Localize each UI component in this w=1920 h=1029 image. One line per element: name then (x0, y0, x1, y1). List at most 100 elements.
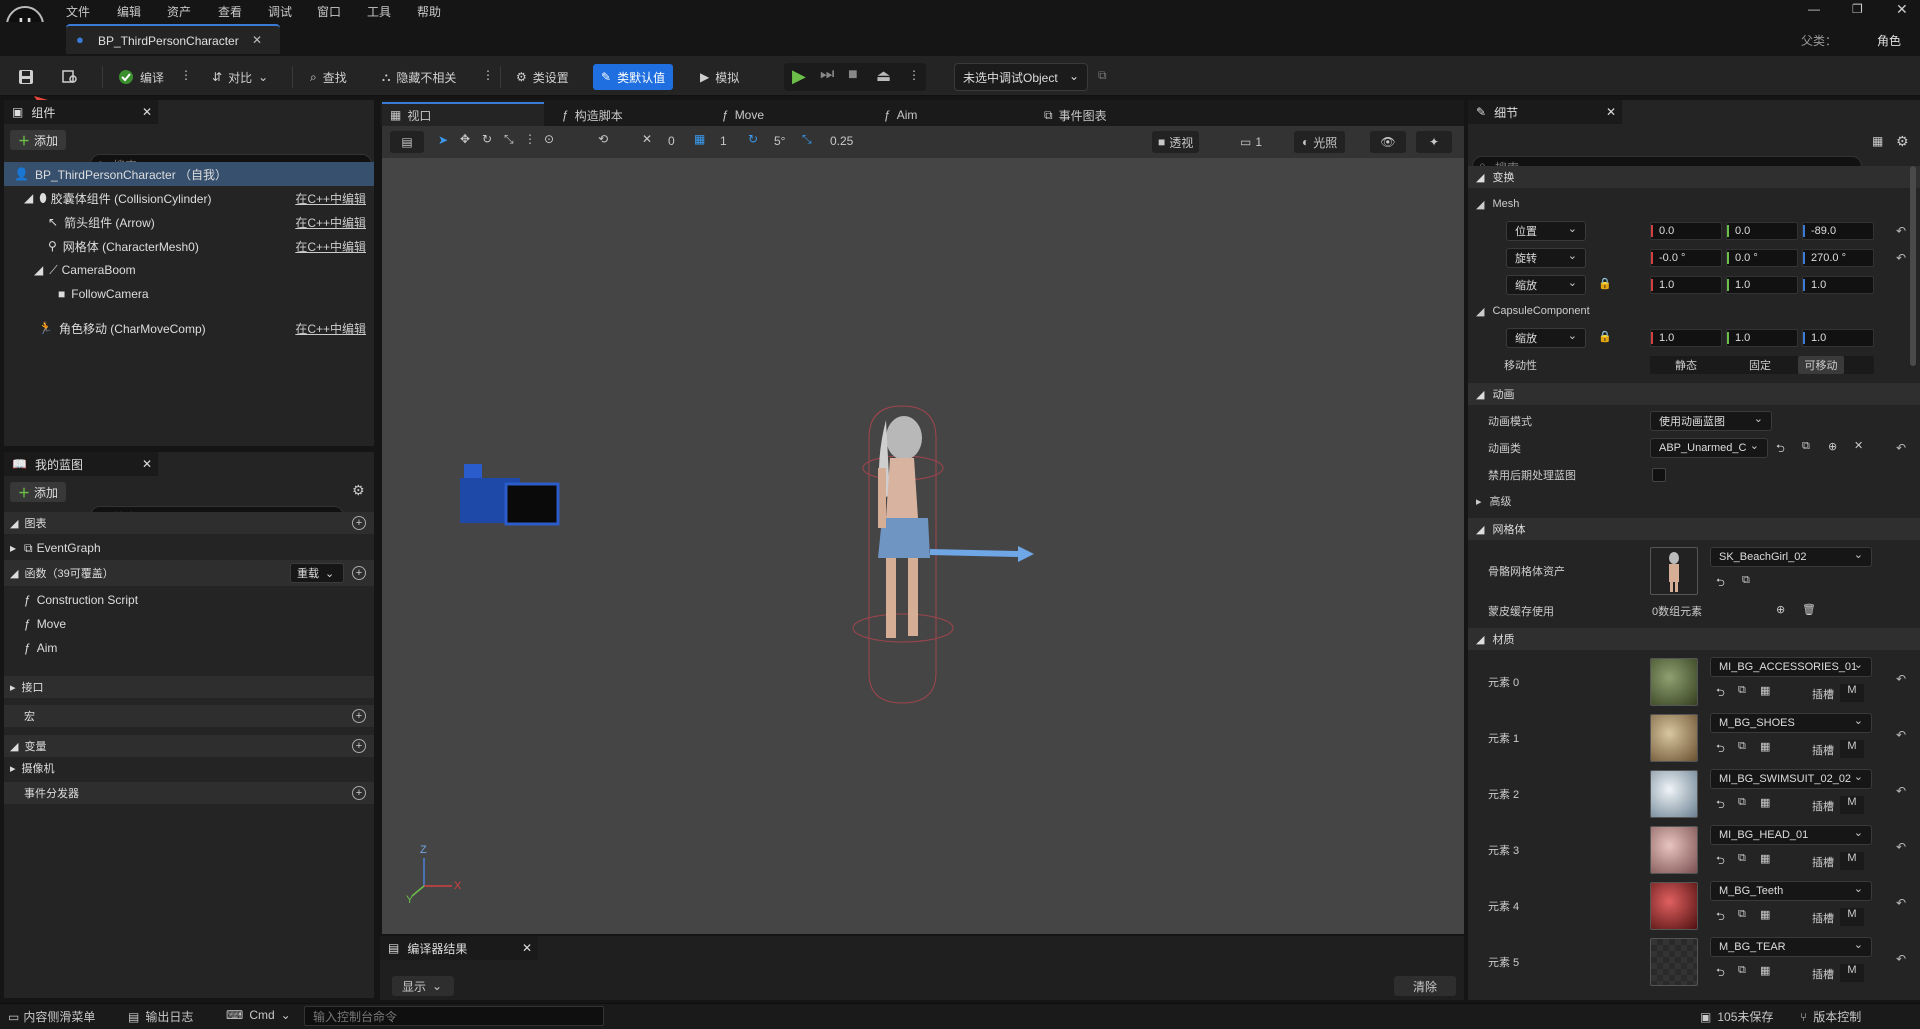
component-item[interactable]: ■ FollowCamera (4, 282, 374, 306)
material-thumbnail[interactable] (1650, 882, 1698, 930)
select-tool-icon[interactable]: ➤ (438, 133, 448, 147)
gear-icon[interactable]: ⚙ (352, 482, 365, 499)
capsule-scale-y-field[interactable]: 1.0 (1726, 329, 1798, 347)
component-item[interactable]: ⚲ 网格体 (CharacterMesh0) 在C++中编辑 (4, 234, 374, 258)
component-item[interactable]: ◢ ⬮ 胶囊体组件 (CollisionCylinder) 在C++中编辑 (4, 186, 374, 210)
add-macro-icon[interactable]: + (352, 709, 366, 723)
reset-icon[interactable]: ↶ (1896, 896, 1906, 910)
m-toggle[interactable]: M (1840, 852, 1864, 870)
edit-in-cpp-link[interactable]: 在C++中编辑 (295, 190, 366, 207)
lock-icon[interactable]: 🔒 (1598, 277, 1612, 290)
grid-snap-value[interactable]: 1 (720, 134, 727, 148)
layers-button[interactable]: ▭ 1 (1234, 131, 1268, 153)
scale-snap-value[interactable]: 0.25 (830, 134, 853, 148)
edit-in-cpp-link[interactable]: 在C++中编辑 (295, 214, 366, 231)
close-icon[interactable]: ✕ (142, 457, 152, 471)
camera-category[interactable]: ▸ 摄像机 (4, 758, 374, 778)
add-dispatcher-icon[interactable]: + (352, 786, 366, 800)
menu-file[interactable]: 文件 (66, 3, 90, 20)
m-toggle[interactable]: M (1840, 740, 1864, 758)
use-selected-icon[interactable]: ⮌ (1716, 574, 1725, 593)
capsule-scale-z-field[interactable]: 1.0 (1802, 329, 1874, 347)
stop-icon[interactable]: ■ (848, 66, 858, 84)
minimize-icon[interactable]: — (1808, 2, 1820, 16)
details-tab[interactable]: ✎ 细节 ✕ (1468, 100, 1622, 124)
mesh-section[interactable]: ◢ 网格体 (1468, 518, 1920, 540)
location-z-field[interactable]: -89.0 (1802, 222, 1874, 240)
reset-icon[interactable]: ↶ (1896, 251, 1906, 265)
use-selected-icon[interactable]: ⮌ (1716, 908, 1725, 927)
m-toggle[interactable]: M (1840, 908, 1864, 926)
scale-mode-select[interactable]: 缩放 (1506, 275, 1586, 295)
close-icon[interactable]: ✕ (1606, 105, 1616, 119)
reset-icon[interactable]: ↶ (1896, 952, 1906, 966)
add-member-button[interactable]: ＋ 添加 (10, 482, 67, 502)
m-toggle[interactable]: M (1840, 684, 1864, 702)
rotation-y-field[interactable]: 0.0 ° (1726, 249, 1798, 267)
material-thumbnail[interactable] (1650, 714, 1698, 762)
unsaved-button[interactable]: ▣ 105未保存 (1700, 1008, 1773, 1025)
checker-icon[interactable]: ▦ (1760, 684, 1770, 697)
mobility-static[interactable]: 静态 (1650, 356, 1722, 374)
viewport-canvas[interactable]: Z X Y (382, 158, 1464, 934)
checker-icon[interactable]: ▦ (1760, 852, 1770, 865)
scale-y-field[interactable]: 1.0 (1726, 276, 1798, 294)
rotation-snap-value[interactable]: 0 (668, 134, 675, 148)
material-select[interactable]: MI_BG_SWIMSUIT_02_02 (1710, 769, 1872, 789)
compiler-results-tab[interactable]: ▤ 编译器结果 ✕ (380, 936, 538, 960)
play-options-icon[interactable]: ⋮ (908, 68, 920, 82)
functions-section[interactable]: ◢ 函数（39可覆盖） 重载 ⌄ + (4, 560, 374, 586)
restore-icon[interactable]: ❐ (1852, 2, 1863, 16)
tab-move[interactable]: ƒ Move (710, 104, 764, 126)
capsule-category[interactable]: ◢ CapsuleComponent (1468, 300, 1920, 322)
coordinate-space-icon[interactable]: ⊙ (544, 132, 554, 146)
interfaces-section[interactable]: ▸ 接口 (4, 676, 374, 698)
menu-asset[interactable]: 资产 (167, 3, 191, 20)
components-tab[interactable]: ▣ 组件 ✕ (4, 100, 158, 124)
graphs-section[interactable]: ◢ 图表 + (4, 512, 374, 534)
menu-help[interactable]: 帮助 (417, 3, 441, 20)
play-icon[interactable]: ▶ (792, 66, 806, 87)
function-item[interactable]: ƒ Construction Script (4, 588, 374, 612)
material-select[interactable]: MI_BG_HEAD_01 (1710, 825, 1872, 845)
material-thumbnail[interactable] (1650, 658, 1698, 706)
rotation-snap-icon[interactable]: ✕ (642, 132, 652, 146)
step-icon[interactable]: ⏭ (820, 66, 834, 84)
component-root[interactable]: 👤 BP_ThirdPersonCharacter （自我） (4, 162, 374, 186)
use-selected-icon[interactable]: ⮌ (1776, 440, 1785, 459)
clear-icon[interactable]: ✕ (1854, 439, 1863, 452)
parent-class-value[interactable]: 角色 (1877, 32, 1901, 49)
source-control-button[interactable]: ⑂ 版本控制 (1800, 1008, 1861, 1025)
mobility-movable[interactable]: 可移动 (1798, 356, 1844, 374)
browse-icon[interactable]: ⧉ (1802, 440, 1810, 453)
close-icon[interactable]: ✕ (522, 941, 532, 955)
edit-in-cpp-link[interactable]: 在C++中编辑 (295, 238, 366, 255)
debug-filter-icon[interactable]: ⧉ (1098, 68, 1107, 83)
m-toggle[interactable]: M (1840, 964, 1864, 982)
show-flags-button[interactable]: 👁 (1370, 131, 1406, 153)
class-defaults-button[interactable]: ✎ 类默认值 (593, 64, 674, 90)
rotation-z-field[interactable]: 270.0 ° (1802, 249, 1874, 267)
dispatchers-section[interactable]: 事件分发器 + (4, 782, 374, 804)
simulate-button[interactable]: ▶ 模拟 (696, 64, 743, 90)
checker-icon[interactable]: ▦ (1760, 964, 1770, 977)
material-select[interactable]: M_BG_Teeth (1710, 881, 1872, 901)
browse-icon[interactable]: ⧉ (1738, 740, 1746, 753)
scale-x-field[interactable]: 1.0 (1650, 276, 1722, 294)
checker-icon[interactable]: ▦ (1760, 908, 1770, 921)
close-window-icon[interactable]: ✕ (1896, 1, 1908, 18)
transform-section[interactable]: ◢ 变换 (1468, 166, 1920, 188)
anim-mode-select[interactable]: 使用动画蓝图 (1650, 411, 1772, 431)
menu-view[interactable]: 查看 (218, 3, 242, 20)
menu-edit[interactable]: 编辑 (117, 3, 141, 20)
reset-icon[interactable]: ↶ (1896, 441, 1906, 455)
use-selected-icon[interactable]: ⮌ (1716, 740, 1725, 759)
toolbar-options-icon[interactable]: ⋮ (524, 132, 536, 146)
material-select[interactable]: M_BG_SHOES (1710, 713, 1872, 733)
materials-section[interactable]: ◢ 材质 (1468, 628, 1920, 650)
perspective-button[interactable]: ■ 透视 (1152, 131, 1200, 153)
function-item[interactable]: ƒ Aim (4, 636, 374, 660)
hide-unrelated-button[interactable]: ⛬ 隐藏不相关 (378, 64, 460, 90)
close-icon[interactable]: ✕ (142, 105, 152, 119)
skeletal-thumbnail[interactable] (1650, 547, 1698, 595)
